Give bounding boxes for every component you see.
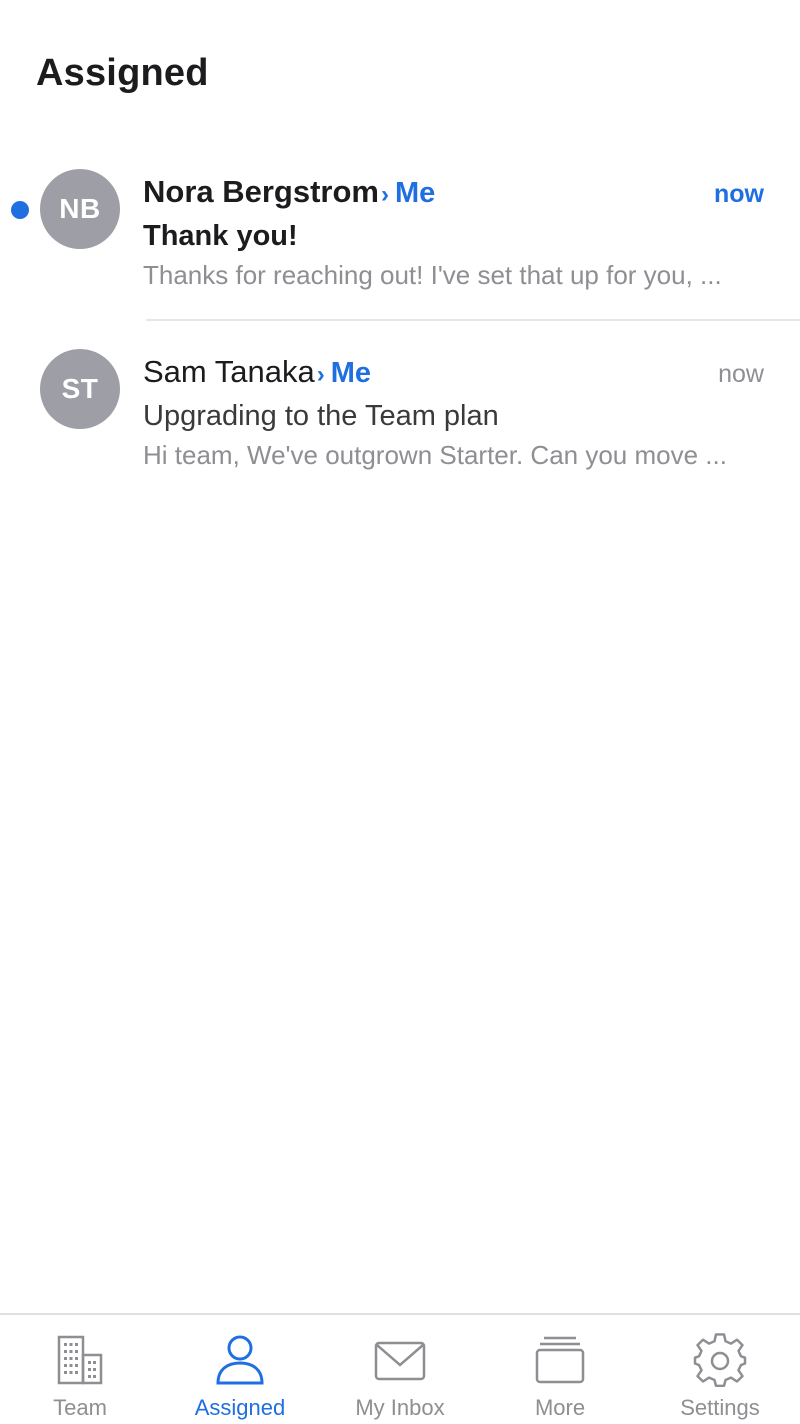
conversation-subject: Upgrading to the Team plan	[143, 400, 499, 432]
assigned-arrow-icon: ›	[381, 181, 389, 208]
tab-bar: Team Assigned My Inbox More Settings	[0, 1313, 800, 1424]
tab-my-inbox[interactable]: My Inbox	[320, 1315, 480, 1424]
page-title: Assigned	[36, 52, 209, 94]
conversation-row[interactable]: NB Nora Bergstrom › Me now Thank you! Th…	[0, 160, 800, 340]
assignee-name: Me	[330, 357, 372, 389]
gear-icon	[693, 1333, 747, 1388]
envelope-icon	[374, 1341, 426, 1381]
building-icon	[57, 1335, 103, 1385]
tab-label: More	[534, 1395, 586, 1420]
sender-name: Nora Bergstrom	[143, 174, 379, 209]
stack-icon	[535, 1336, 585, 1384]
timestamp: now	[718, 360, 764, 388]
avatar: ST	[40, 349, 120, 429]
conversation-subject: Thank you!	[143, 220, 298, 252]
tab-settings[interactable]: Settings	[640, 1315, 800, 1424]
tab-label: My Inbox	[355, 1395, 445, 1420]
conversation-row[interactable]: ST Sam Tanaka › Me now Upgrading to the …	[0, 340, 800, 510]
avatar: NB	[40, 169, 120, 249]
tab-assigned[interactable]: Assigned	[160, 1315, 320, 1424]
tab-label: Settings	[680, 1395, 760, 1420]
assigned-arrow-icon: ›	[316, 361, 325, 388]
person-icon	[216, 1335, 264, 1385]
unread-indicator	[11, 201, 29, 219]
conversation-preview: Thanks for reaching out! I've set that u…	[143, 260, 722, 290]
timestamp: now	[714, 180, 764, 208]
sender-name: Sam Tanaka	[143, 354, 315, 389]
row-divider	[146, 319, 800, 321]
conversation-header: Nora Bergstrom › Me now	[143, 174, 764, 214]
conversation-list: NB Nora Bergstrom › Me now Thank you! Th…	[0, 160, 800, 510]
assignee-name: Me	[395, 177, 436, 209]
tab-label: Team	[53, 1395, 107, 1420]
tab-more[interactable]: More	[480, 1315, 640, 1424]
conversation-preview: Hi team, We've outgrown Starter. Can you…	[143, 440, 727, 470]
tab-label: Assigned	[194, 1395, 286, 1420]
tab-team[interactable]: Team	[0, 1315, 160, 1424]
conversation-header: Sam Tanaka › Me now	[143, 354, 764, 394]
